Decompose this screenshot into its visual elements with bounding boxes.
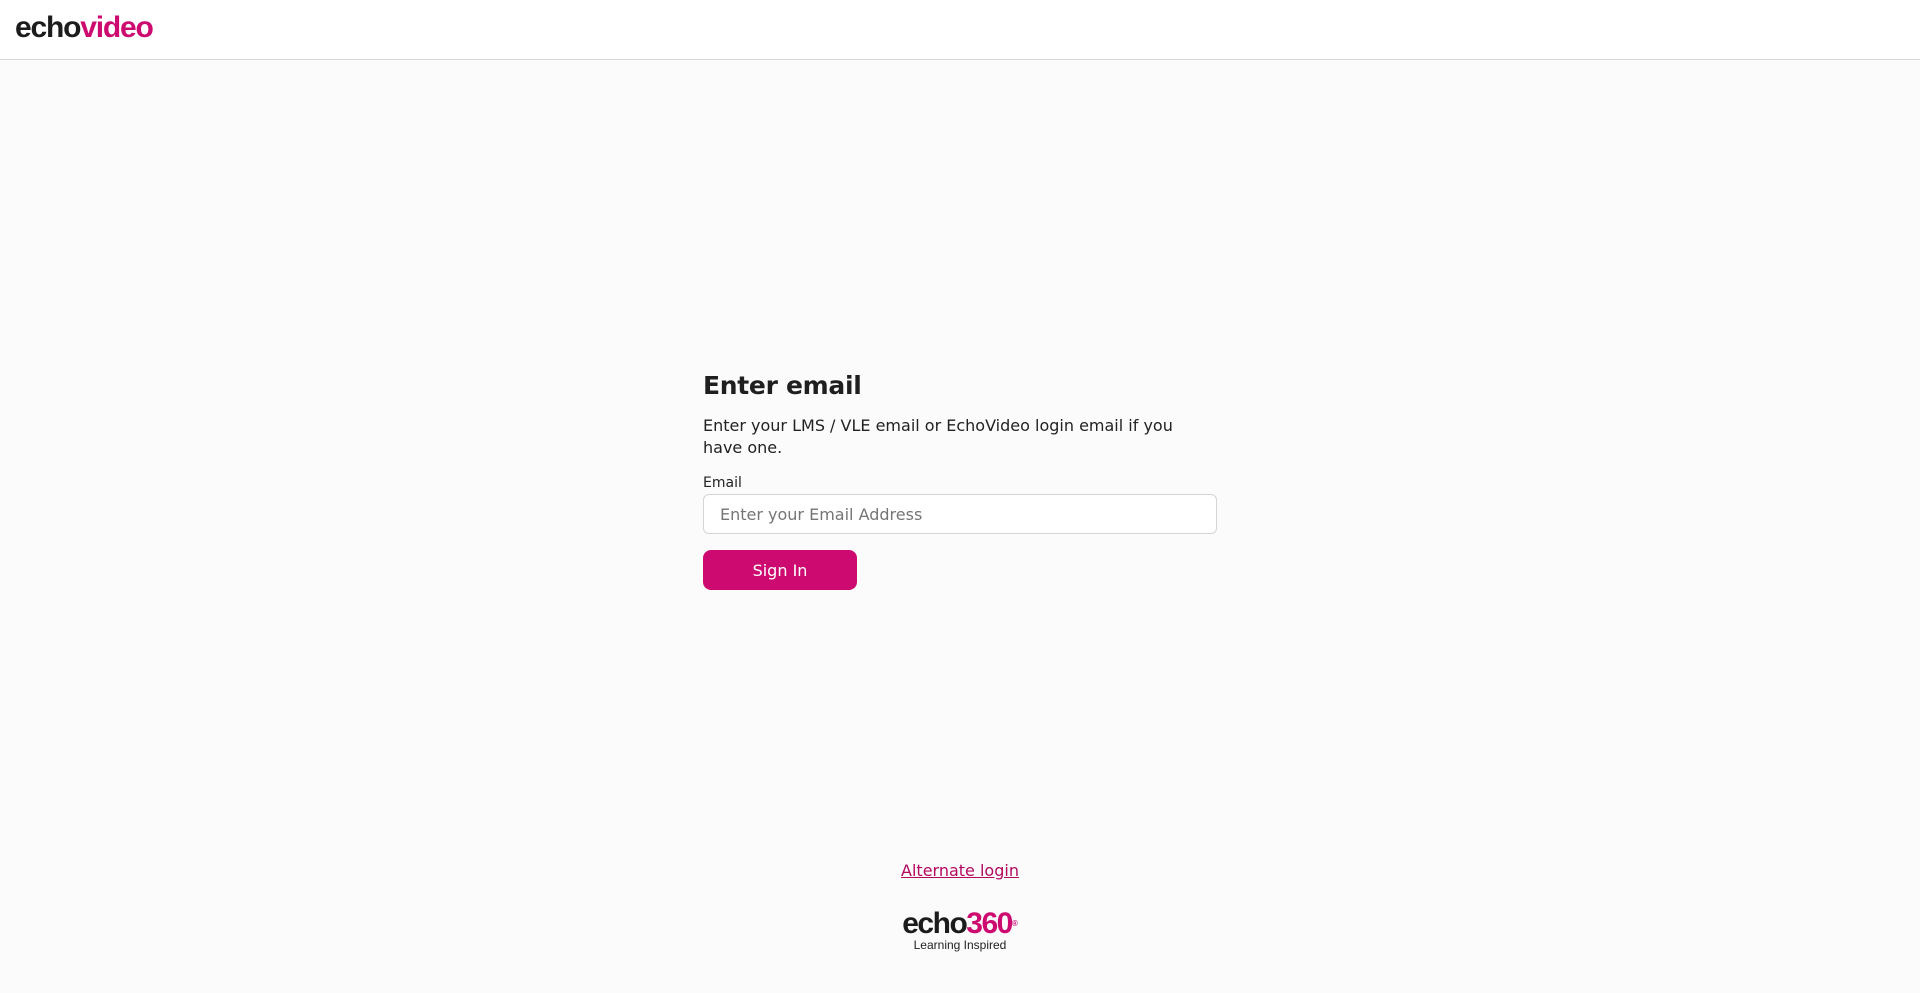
echo360-logo: echo360® Learning Inspired — [860, 908, 1060, 953]
page-title: Enter email — [703, 371, 862, 400]
alternate-login-row: Alternate login — [0, 860, 1920, 882]
tagline: Learning Inspired — [913, 938, 1007, 952]
registered-mark: ® — [1011, 919, 1018, 928]
email-label: Email — [703, 475, 742, 491]
instructions-text: Enter your LMS / VLE email or EchoVideo … — [703, 416, 1173, 457]
echo360-brand: echo360® — [860, 908, 1060, 940]
email-field[interactable] — [703, 494, 1217, 534]
logo-video-text: video — [80, 11, 154, 44]
top-header: echovideo — [0, 0, 1920, 60]
logo-echo-text: echo — [15, 11, 81, 44]
alternate-login-link[interactable]: Alternate login — [901, 861, 1019, 880]
login-card: Enter email Enter your LMS / VLE email o… — [703, 370, 1217, 590]
brand-360-text: 360 — [966, 907, 1013, 940]
sign-in-button[interactable]: Sign In — [703, 550, 857, 590]
echovideo-logo[interactable]: echovideo — [15, 10, 154, 46]
brand-echo-text: echo — [902, 907, 968, 940]
